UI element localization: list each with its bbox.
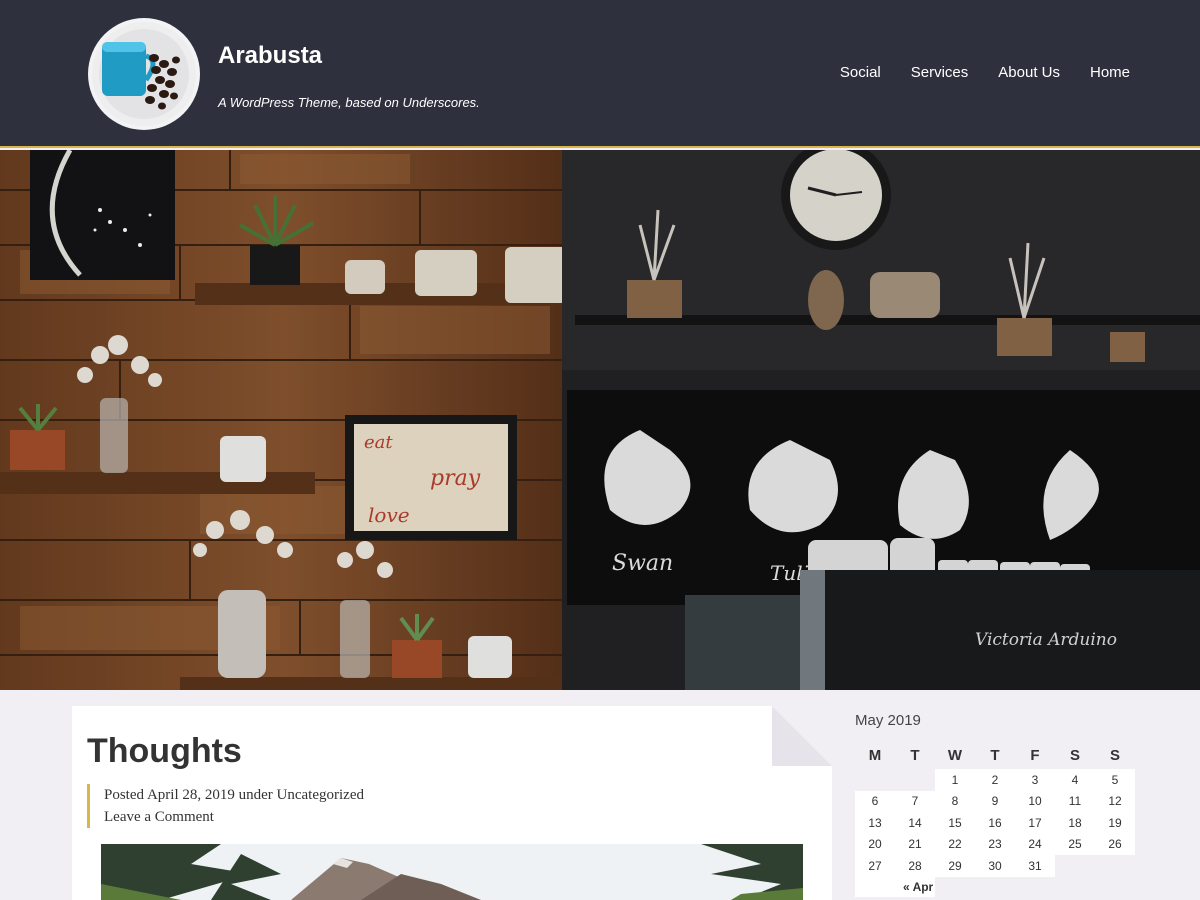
hero-image: eat pray love Swan Tuli Victoria Arduino: [0, 150, 1200, 690]
posted-prefix: Posted: [104, 787, 145, 803]
calendar-day: 13: [855, 812, 895, 834]
calendar-day: 29: [935, 855, 975, 877]
site-description: A WordPress Theme, based on Underscores.: [218, 95, 480, 110]
calendar-day: 3: [1015, 769, 1055, 791]
posted-under: under: [238, 787, 273, 803]
calendar-day: 1: [935, 769, 975, 791]
calendar-day: 31: [1015, 855, 1055, 877]
post-date-link[interactable]: April 28, 2019: [147, 787, 235, 803]
calendar-day: 6: [855, 790, 895, 812]
calendar-day-empty: [1095, 855, 1135, 877]
calendar-day: 7: [895, 790, 935, 812]
calendar-day: 25: [1055, 833, 1095, 855]
weekday-header: T: [910, 746, 920, 764]
site-logo[interactable]: [88, 18, 200, 130]
post-posted-line: Posted April 28, 2019 under Uncategorize…: [104, 784, 364, 806]
coffee-cup-logo-icon: [92, 22, 196, 126]
calendar-day: 28: [895, 855, 935, 877]
coffee-shop-illustration: eat pray love Swan Tuli Victoria Arduino: [0, 150, 1200, 690]
site-title[interactable]: Arabusta: [218, 42, 322, 70]
calendar-day: 14: [895, 812, 935, 834]
page-fold-icon: [772, 706, 832, 766]
calendar-day: 27: [855, 855, 895, 877]
main-navigation: Social Services About Us Home: [840, 64, 1130, 81]
calendar-day: 11: [1055, 790, 1095, 812]
calendar-day: 15: [935, 812, 975, 834]
calendar-day: 8: [935, 790, 975, 812]
weekday-header: M: [868, 746, 882, 764]
calendar-day: 18: [1055, 812, 1095, 834]
weekday-header: F: [1030, 746, 1040, 764]
nav-item-services[interactable]: Services: [911, 64, 969, 81]
calendar-prev-link[interactable]: « Apr: [855, 876, 935, 897]
post-meta: Posted April 28, 2019 under Uncategorize…: [87, 784, 364, 828]
mountain-landscape-image: [101, 844, 803, 900]
calendar-day: 24: [1015, 833, 1055, 855]
site-header: Arabusta A WordPress Theme, based on Und…: [0, 0, 1200, 148]
calendar-table: M T W T F S S 1 2 3 4 5 6 7 8 9 10 11 12…: [855, 741, 1135, 877]
calendar-day: 30: [975, 855, 1015, 877]
weekday-header: S: [1109, 746, 1120, 764]
calendar-day: 5: [1095, 769, 1135, 791]
weekday-header: S: [1069, 746, 1080, 764]
calendar-day: 10: [1015, 790, 1055, 812]
calendar-day: 17: [1015, 812, 1055, 834]
calendar-caption: May 2019: [855, 712, 921, 729]
leave-comment-link[interactable]: Leave a Comment: [104, 809, 214, 825]
calendar-widget: May 2019 M T W T F S S 1 2 3 4 5 6 7 8 9…: [855, 712, 1140, 897]
nav-item-about-us[interactable]: About Us: [998, 64, 1060, 81]
weekday-header: W: [947, 746, 963, 764]
calendar-day: 23: [975, 833, 1015, 855]
calendar-day: 9: [975, 790, 1015, 812]
nav-item-social[interactable]: Social: [840, 64, 881, 81]
calendar-day: 22: [935, 833, 975, 855]
calendar-day: 19: [1095, 812, 1135, 834]
weekday-header: T: [990, 746, 1000, 764]
calendar-day: 4: [1055, 769, 1095, 791]
calendar-day: 26: [1095, 833, 1135, 855]
post-featured-image[interactable]: [101, 844, 803, 900]
calendar-day: 20: [855, 833, 895, 855]
calendar-day-empty: [855, 769, 895, 791]
post-card: Thoughts Posted April 28, 2019 under Unc…: [72, 706, 832, 900]
post-category-link[interactable]: Uncategorized: [277, 787, 364, 803]
calendar-day: 12: [1095, 790, 1135, 812]
calendar-day-empty: [1055, 855, 1095, 877]
nav-item-home[interactable]: Home: [1090, 64, 1130, 81]
calendar-day: 21: [895, 833, 935, 855]
post-title[interactable]: Thoughts: [87, 732, 242, 771]
calendar-day: 16: [975, 812, 1015, 834]
calendar-day-empty: [895, 769, 935, 791]
calendar-day: 2: [975, 769, 1015, 791]
